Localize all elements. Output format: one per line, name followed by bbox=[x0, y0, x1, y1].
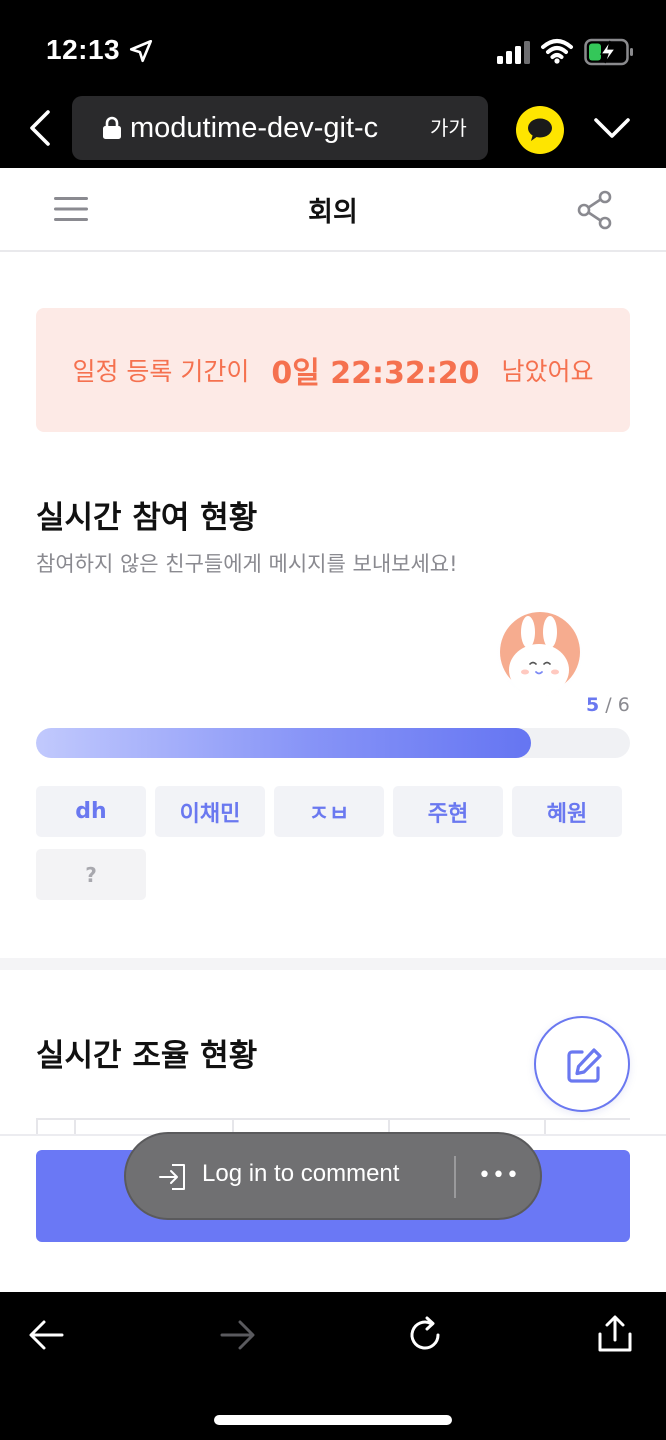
member-chip[interactable]: ㅈㅂ bbox=[274, 786, 384, 837]
browser-url-bar: modutime-dev-git-c 가가 bbox=[0, 90, 666, 168]
member-chip-pending[interactable]: ? bbox=[36, 849, 146, 900]
participation-title: 실시간 참여 현황 bbox=[36, 500, 258, 536]
signal-icon bbox=[497, 41, 530, 64]
login-icon bbox=[159, 1164, 185, 1190]
countdown-time: 0일 22:32:20 bbox=[271, 356, 480, 391]
home-indicator bbox=[214, 1415, 452, 1425]
lock-icon bbox=[103, 116, 121, 139]
share-icon[interactable] bbox=[576, 190, 614, 230]
nav-forward-arrow-icon[interactable] bbox=[218, 1318, 256, 1352]
pill-divider bbox=[454, 1156, 456, 1198]
url-field[interactable]: modutime-dev-git-c 가가 bbox=[72, 96, 488, 160]
nav-back-arrow-icon[interactable] bbox=[28, 1318, 66, 1352]
wifi-icon bbox=[541, 39, 573, 64]
app-content: 회의 일정 등록 기간이 0일 22:32:20 남았어요 실시간 참여 현황 … bbox=[0, 168, 666, 1292]
status-time: 12:13 bbox=[46, 34, 121, 65]
member-chip-list: dh 이채민 ㅈㅂ 주현 혜원? bbox=[36, 786, 636, 900]
reload-icon[interactable] bbox=[406, 1316, 444, 1354]
registration-countdown-banner: 일정 등록 기간이 0일 22:32:20 남았어요 bbox=[36, 308, 630, 432]
edit-schedule-button[interactable] bbox=[534, 1016, 630, 1112]
browser-back-button[interactable] bbox=[22, 108, 58, 148]
member-chip[interactable]: 혜원 bbox=[512, 786, 622, 837]
schedule-title: 실시간 조율 현황 bbox=[36, 1038, 258, 1074]
section-divider bbox=[0, 958, 666, 970]
rabbit-mascot-icon bbox=[492, 606, 588, 710]
chevron-down-icon[interactable] bbox=[592, 112, 632, 144]
login-to-comment-label[interactable]: Log in to comment bbox=[202, 1160, 399, 1188]
location-arrow-icon bbox=[129, 39, 153, 63]
app-header: 회의 bbox=[0, 168, 666, 252]
member-chip[interactable]: dh bbox=[36, 786, 146, 837]
count-separator: / bbox=[599, 694, 618, 716]
share-export-icon[interactable] bbox=[596, 1314, 634, 1354]
joined-count: 5 bbox=[586, 694, 600, 716]
participation-progress-fill bbox=[36, 728, 531, 758]
kakao-talk-button[interactable] bbox=[516, 106, 564, 154]
login-to-comment-pill[interactable]: Log in to comment ••• bbox=[124, 1132, 542, 1220]
url-text: modutime-dev-git-c bbox=[130, 112, 379, 144]
participation-subtitle: 참여하지 않은 친구들에게 메시지를 보내보세요! bbox=[36, 552, 458, 576]
countdown-suffix: 남았어요 bbox=[501, 357, 594, 386]
member-chip[interactable]: 주현 bbox=[393, 786, 503, 837]
text-size-button[interactable]: 가가 bbox=[430, 110, 467, 146]
status-bar: 12:13 bbox=[0, 0, 666, 90]
more-options-button[interactable]: ••• bbox=[476, 1156, 522, 1198]
member-chip[interactable]: 이채민 bbox=[155, 786, 265, 837]
edit-pencil-icon bbox=[567, 1048, 602, 1083]
countdown-prefix: 일정 등록 기간이 bbox=[72, 357, 250, 386]
page-title: 회의 bbox=[308, 197, 358, 228]
kakao-talk-icon bbox=[528, 118, 552, 141]
participation-progress-bar bbox=[36, 728, 630, 758]
participation-count: 5 / 6 bbox=[586, 694, 630, 716]
battery-charging-icon bbox=[584, 38, 633, 66]
total-count: 6 bbox=[617, 694, 630, 716]
